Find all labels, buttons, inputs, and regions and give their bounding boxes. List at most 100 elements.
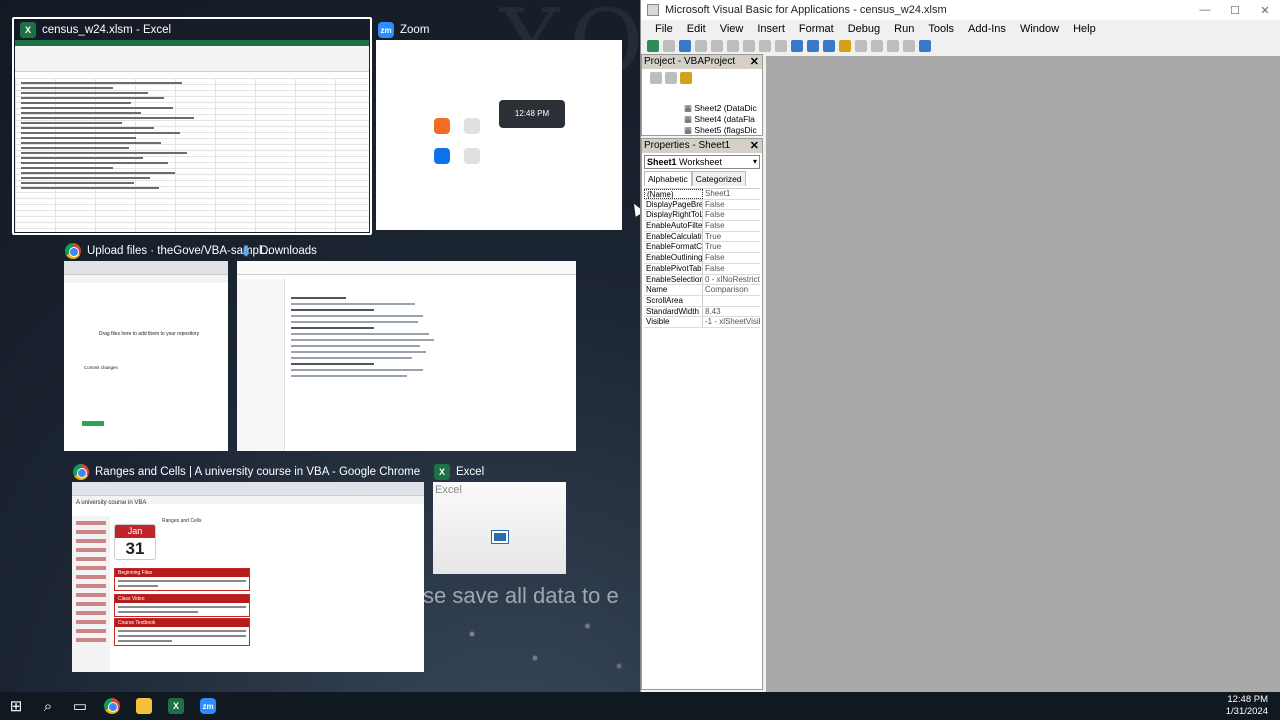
property-row[interactable]: DisplayPageBreakFalse — [644, 199, 760, 211]
property-row[interactable]: (Name) Sheet1 — [644, 189, 760, 200]
menu-format[interactable]: Format — [799, 23, 834, 35]
find-icon[interactable] — [743, 40, 755, 52]
properties-window-icon[interactable] — [871, 40, 883, 52]
calendar-icon: Jan 31 — [114, 524, 156, 560]
tree-item[interactable]: Sheet4 (dataFla — [642, 114, 762, 125]
menu-add-ins[interactable]: Add-Ins — [968, 23, 1006, 35]
commit-heading: Commit changes — [84, 365, 118, 370]
drop-text: Drag files here to add them to your repo… — [98, 331, 200, 337]
code-work-area[interactable] — [766, 56, 1280, 692]
paste-icon[interactable] — [727, 40, 739, 52]
help-icon[interactable] — [919, 40, 931, 52]
view-code-icon[interactable] — [650, 72, 662, 84]
start-button[interactable]: ⊞ — [0, 692, 32, 720]
run-icon[interactable] — [791, 40, 803, 52]
menu-run[interactable]: Run — [894, 23, 914, 35]
property-value[interactable] — [703, 296, 760, 306]
file-explorer-taskbar-button[interactable] — [128, 692, 160, 720]
property-value[interactable]: False — [703, 210, 760, 220]
task-view-button[interactable]: ▭ — [64, 692, 96, 720]
copy-icon[interactable] — [711, 40, 723, 52]
property-row[interactable]: DisplayRightToLefFalse — [644, 210, 760, 222]
system-clock[interactable]: 12:48 PM 1/31/2024 — [1226, 694, 1268, 718]
clock-date: 1/31/2024 — [1225, 706, 1268, 717]
insert-module-icon[interactable] — [663, 40, 675, 52]
property-row[interactable]: ScrollArea — [644, 295, 760, 307]
menu-debug[interactable]: Debug — [848, 23, 880, 35]
menu-insert[interactable]: Insert — [757, 23, 785, 35]
menu-window[interactable]: Window — [1020, 23, 1059, 35]
window-title: Downloads — [260, 245, 317, 257]
menu-edit[interactable]: Edit — [687, 23, 706, 35]
search-button[interactable]: ⌕ — [32, 692, 64, 720]
break-icon[interactable] — [807, 40, 819, 52]
project-explorer-pane[interactable]: Project - VBAProject ✕ Sheet2 (DataDic S… — [641, 54, 763, 136]
minimize-button[interactable]: — — [1190, 4, 1220, 17]
close-project-pane-icon[interactable]: ✕ — [750, 55, 759, 69]
menu-tools[interactable]: Tools — [928, 23, 954, 35]
zoom-taskbar-button[interactable]: zm — [192, 692, 224, 720]
properties-grid[interactable]: (Name)Sheet1DisplayPageBreakFalseDisplay… — [644, 188, 760, 328]
undo-icon[interactable] — [759, 40, 771, 52]
tree-item[interactable]: Sheet5 (flagsDic — [642, 125, 762, 136]
property-row[interactable]: EnableOutlining False — [644, 253, 760, 264]
github-thumbnail[interactable]: Drag files here to add them to your repo… — [64, 261, 228, 451]
save-icon[interactable] — [679, 40, 691, 52]
view-excel-icon[interactable] — [647, 40, 659, 52]
close-button[interactable]: ✕ — [1250, 4, 1280, 17]
property-value[interactable]: 0 - xlNoRestricti — [703, 275, 760, 285]
property-value[interactable]: Comparison — [703, 285, 760, 295]
object-browser-icon[interactable] — [887, 40, 899, 52]
course-thumbnail[interactable]: A university course in VBA Ranges and Ce… — [72, 482, 424, 672]
redo-icon[interactable] — [775, 40, 787, 52]
properties-tabs: Alphabetic Categorized — [644, 171, 760, 186]
property-value[interactable]: -1 - xlSheetVisib — [703, 317, 760, 327]
property-value[interactable]: Sheet1 — [703, 189, 760, 199]
view-object-icon[interactable] — [665, 72, 677, 84]
toggle-folders-icon[interactable] — [680, 72, 692, 84]
zoom-thumbnail[interactable]: 12:48 PM — [376, 40, 622, 230]
design-mode-icon[interactable] — [839, 40, 851, 52]
property-row[interactable]: EnableAutoFilter False — [644, 221, 760, 232]
menu-file[interactable]: File — [655, 23, 673, 35]
excel-thumbnail[interactable] — [15, 40, 369, 232]
object-select[interactable]: Sheet1 Worksheet ▾ — [644, 155, 760, 169]
excel-splash-thumbnail[interactable]: Excel — [433, 482, 566, 574]
excel-taskbar-button[interactable]: X — [160, 692, 192, 720]
toolbox-icon[interactable] — [903, 40, 915, 52]
reset-icon[interactable] — [823, 40, 835, 52]
close-properties-pane-icon[interactable]: ✕ — [750, 139, 759, 153]
property-value[interactable]: False — [703, 200, 760, 210]
property-value[interactable]: True — [703, 232, 760, 242]
downloads-thumbnail[interactable] — [237, 261, 576, 451]
property-row[interactable]: Name Comparison — [644, 285, 760, 296]
cut-icon[interactable] — [695, 40, 707, 52]
project-tree[interactable]: Sheet2 (DataDic Sheet4 (dataFla Sheet5 (… — [642, 103, 762, 136]
property-value[interactable]: False — [703, 253, 760, 263]
tab-alphabetic[interactable]: Alphabetic — [644, 171, 692, 186]
tree-item[interactable]: Sheet2 (DataDic — [642, 103, 762, 114]
property-row[interactable]: EnableCalculationTrue — [644, 231, 760, 243]
property-row[interactable]: EnableFormatConTrue — [644, 242, 760, 254]
property-value[interactable]: 8.43 — [703, 307, 760, 317]
new-meeting-icon — [434, 118, 450, 134]
tab-categorized[interactable]: Categorized — [691, 171, 746, 186]
property-row[interactable]: StandardWidth 8.43 — [644, 306, 760, 318]
vba-editor-window[interactable]: Microsoft Visual Basic for Applications … — [640, 0, 1280, 692]
chrome-taskbar-button[interactable] — [96, 692, 128, 720]
property-value[interactable]: False — [703, 264, 760, 274]
chrome-icon — [104, 698, 120, 714]
property-row[interactable]: Visible -1 - xlSheetVisib — [644, 317, 760, 328]
project-explorer-icon[interactable] — [855, 40, 867, 52]
property-row[interactable]: EnablePivotTable False — [644, 263, 760, 275]
property-value[interactable]: False — [703, 221, 760, 231]
properties-pane[interactable]: Properties - Sheet1 ✕ Sheet1 Worksheet ▾… — [641, 138, 763, 690]
menu-view[interactable]: View — [720, 23, 744, 35]
object-name: Sheet1 — [647, 157, 677, 167]
property-row[interactable]: EnableSelection 0 - xlNoRestricti — [644, 274, 760, 286]
maximize-button[interactable]: ☐ — [1220, 4, 1250, 17]
property-value[interactable]: True — [703, 242, 760, 252]
menu-help[interactable]: Help — [1073, 23, 1096, 35]
class-video-box: Class Video — [114, 594, 250, 617]
page-heading: Ranges and Cells — [162, 518, 202, 524]
